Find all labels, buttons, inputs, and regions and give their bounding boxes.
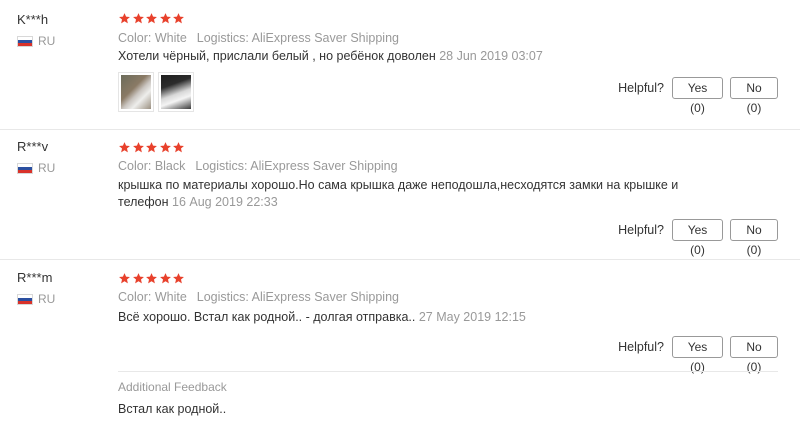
review-item: K***h RU Color: White Logistics: AliExpre… bbox=[0, 0, 800, 130]
star-icon bbox=[159, 13, 171, 24]
order-info: Color: White Logistics: AliExpress Saver … bbox=[118, 290, 399, 304]
star-icon bbox=[173, 142, 184, 153]
review-photo-thumbnail[interactable] bbox=[118, 72, 154, 112]
star-icon bbox=[159, 273, 171, 284]
buyer-name: K***h bbox=[17, 12, 49, 27]
review-photos bbox=[118, 72, 198, 112]
review-date: 27 May 2019 12:15 bbox=[418, 310, 526, 324]
review-item: R***v RU Color: Black Logistics: AliExpre… bbox=[0, 130, 800, 260]
logistics-info: Logistics: AliExpress Saver Shipping bbox=[196, 31, 399, 45]
buyer-name: R***m bbox=[17, 270, 53, 285]
additional-feedback-text: Встал как родной.. bbox=[118, 402, 227, 416]
russia-flag-icon bbox=[17, 293, 33, 305]
helpful-vote: Helpful? Yes (0) No (0) bbox=[618, 219, 800, 257]
star-rating bbox=[118, 141, 186, 155]
star-rating bbox=[118, 272, 186, 286]
helpful-no-button[interactable]: No (0) bbox=[730, 219, 778, 257]
star-icon bbox=[173, 273, 184, 284]
star-icon bbox=[146, 142, 157, 153]
review-body: Хотели чёрный, прислали белый , но ребён… bbox=[118, 49, 436, 63]
helpful-yes-button[interactable]: Yes (0) bbox=[672, 336, 723, 374]
review-text: крышка по материалы хорошо.Но сама крышк… bbox=[118, 177, 718, 211]
star-icon bbox=[173, 13, 184, 24]
star-icon bbox=[119, 13, 130, 24]
review-date: 16 Aug 2019 22:33 bbox=[172, 195, 278, 209]
review-text: Хотели чёрный, прислали белый , но ребён… bbox=[118, 48, 718, 65]
helpful-label: Helpful? bbox=[618, 340, 664, 354]
country-code: RU bbox=[38, 292, 56, 306]
russia-flag-icon bbox=[17, 35, 33, 47]
helpful-yes-button[interactable]: Yes (0) bbox=[672, 77, 723, 115]
helpful-no-button[interactable]: No (0) bbox=[730, 77, 778, 115]
star-icon bbox=[119, 142, 130, 153]
helpful-vote: Helpful? Yes (0) No (0) bbox=[618, 336, 800, 374]
additional-feedback-divider bbox=[118, 371, 778, 372]
review-photo-thumbnail[interactable] bbox=[158, 72, 194, 112]
star-icon bbox=[159, 142, 171, 153]
buyer-country: RU bbox=[17, 161, 55, 175]
helpful-no-button[interactable]: No (0) bbox=[730, 336, 778, 374]
color-info: Color: White bbox=[118, 290, 187, 304]
color-info: Color: White bbox=[118, 31, 187, 45]
country-code: RU bbox=[38, 34, 56, 48]
logistics-info: Logistics: AliExpress Saver Shipping bbox=[196, 290, 399, 304]
order-info: Color: White Logistics: AliExpress Saver … bbox=[118, 31, 399, 45]
review-body: Всё хорошо. Встал как родной.. - долгая … bbox=[118, 310, 416, 324]
star-icon bbox=[132, 142, 144, 153]
helpful-label: Helpful? bbox=[618, 81, 664, 95]
logistics-info: Logistics: AliExpress Saver Shipping bbox=[195, 159, 398, 173]
buyer-country: RU bbox=[17, 292, 55, 306]
star-icon bbox=[146, 13, 157, 24]
review-text: Всё хорошо. Встал как родной.. - долгая … bbox=[118, 309, 718, 326]
helpful-vote: Helpful? Yes (0) No (0) bbox=[618, 77, 800, 115]
order-info: Color: Black Logistics: AliExpress Saver … bbox=[118, 159, 398, 173]
helpful-label: Helpful? bbox=[618, 223, 664, 237]
helpful-yes-button[interactable]: Yes (0) bbox=[672, 219, 723, 257]
additional-feedback-label: Additional Feedback bbox=[118, 380, 227, 394]
russia-flag-icon bbox=[17, 162, 33, 174]
star-icon bbox=[132, 273, 144, 284]
star-rating bbox=[118, 12, 186, 26]
star-icon bbox=[119, 273, 130, 284]
star-icon bbox=[146, 273, 157, 284]
country-code: RU bbox=[38, 161, 56, 175]
buyer-name: R***v bbox=[17, 139, 49, 154]
star-icon bbox=[132, 13, 144, 24]
review-item: R***m RU Color: White Logistics: AliExpre… bbox=[0, 260, 800, 425]
review-date: 28 Jun 2019 03:07 bbox=[439, 49, 543, 63]
buyer-country: RU bbox=[17, 34, 55, 48]
color-info: Color: Black bbox=[118, 159, 186, 173]
